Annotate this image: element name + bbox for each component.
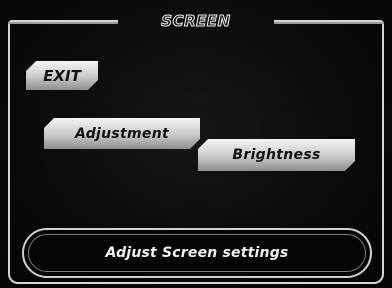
screen-menu: SCREEN EXIT Adjustment Brightness Adjust… (0, 0, 392, 288)
brightness-button[interactable]: Brightness (198, 139, 355, 171)
help-text: Adjust Screen settings (105, 245, 289, 261)
brightness-button-label: Brightness (232, 147, 321, 163)
adjustment-button-label: Adjustment (75, 125, 169, 142)
frame-top-left-border (8, 20, 118, 24)
menu-title: SCREEN (161, 12, 231, 31)
frame-top-right-border (274, 20, 384, 24)
exit-button-label: EXIT (43, 66, 81, 85)
exit-button[interactable]: EXIT (26, 61, 98, 90)
adjustment-button[interactable]: Adjustment (44, 118, 200, 149)
help-text-bar: Adjust Screen settings (22, 228, 372, 278)
